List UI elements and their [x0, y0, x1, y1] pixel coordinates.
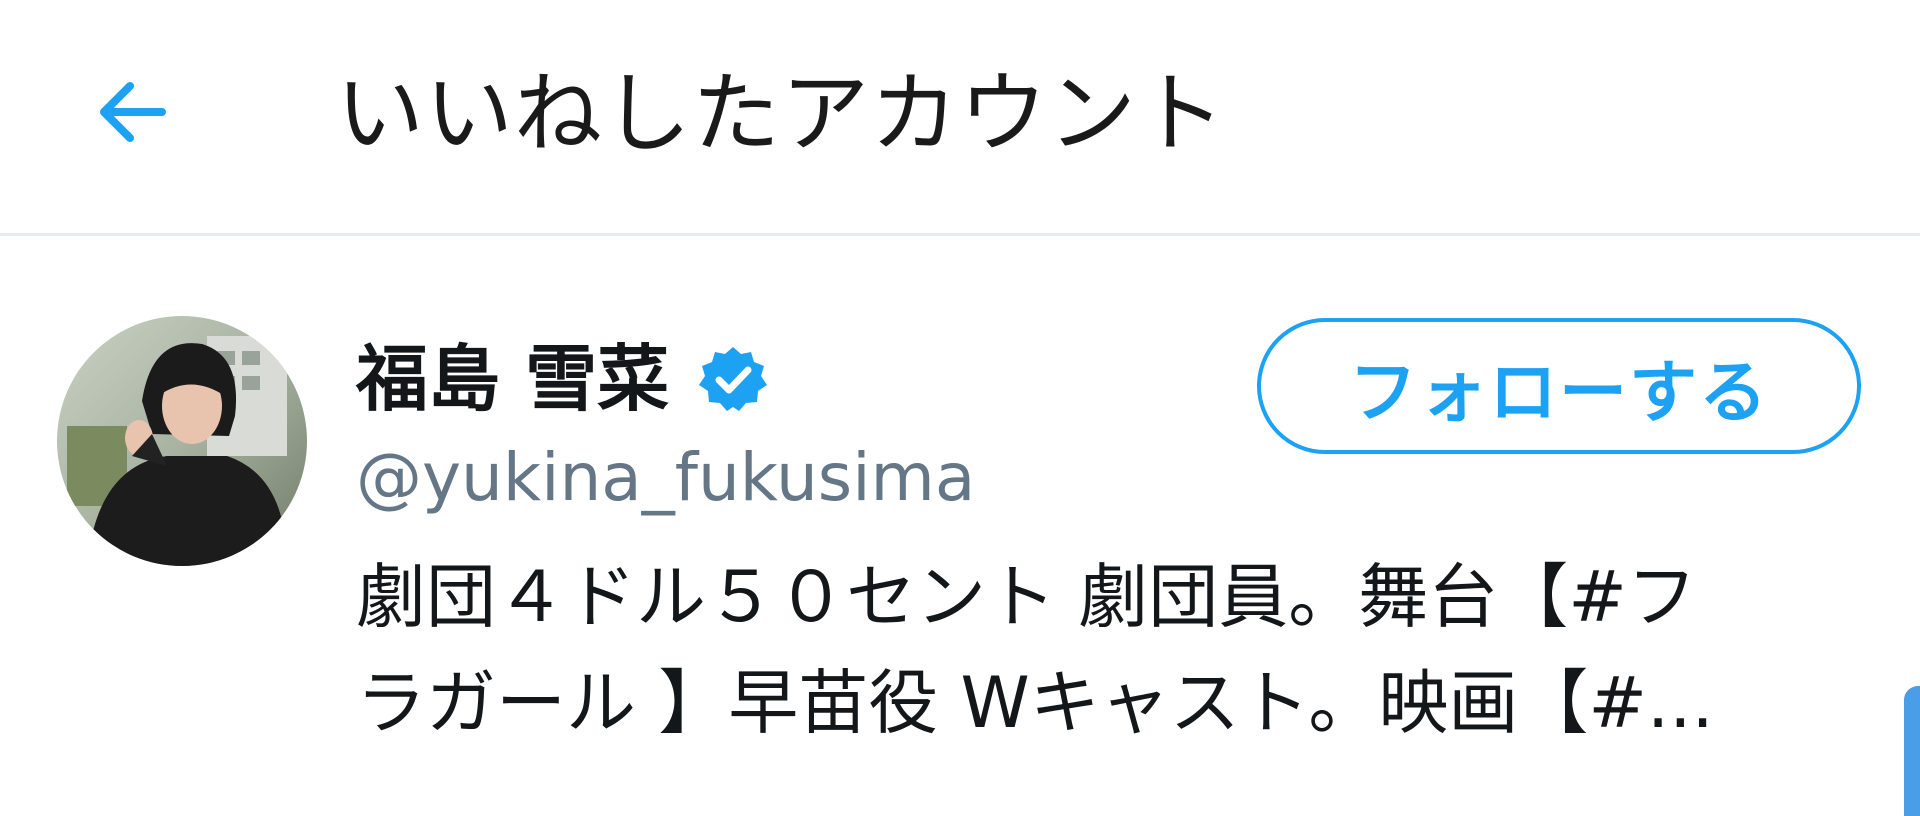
avatar[interactable] — [57, 316, 307, 566]
bio-line: ラガール 】早苗役 Wキャスト。映画【#... — [356, 662, 1714, 744]
user-handle: @yukina_fukusima — [356, 439, 976, 516]
page-title: いいねしたアカウント — [336, 62, 1227, 165]
scroll-edge — [1904, 686, 1920, 816]
arrow-left-icon — [100, 82, 166, 142]
follow-button[interactable]: フォローする — [1257, 318, 1861, 454]
bio-line: 劇団４ドル５０セント 劇団員。舞台【#フ — [356, 556, 1697, 638]
user-list-item[interactable]: 福島 雪菜 @yukina_fukusima フォローする 劇団４ドル５０セント… — [0, 236, 1920, 816]
user-bio: 劇団４ドル５０セント 劇団員。舞台【#フ ラガール 】早苗役 Wキャスト。映画【… — [356, 544, 1866, 756]
verified-badge-icon — [697, 343, 769, 415]
top-app-bar: いいねしたアカウント — [0, 0, 1920, 236]
user-name-line: 福島 雪菜 — [356, 334, 769, 424]
back-button[interactable] — [80, 60, 184, 164]
user-display-name[interactable]: 福島 雪菜 — [356, 334, 669, 424]
